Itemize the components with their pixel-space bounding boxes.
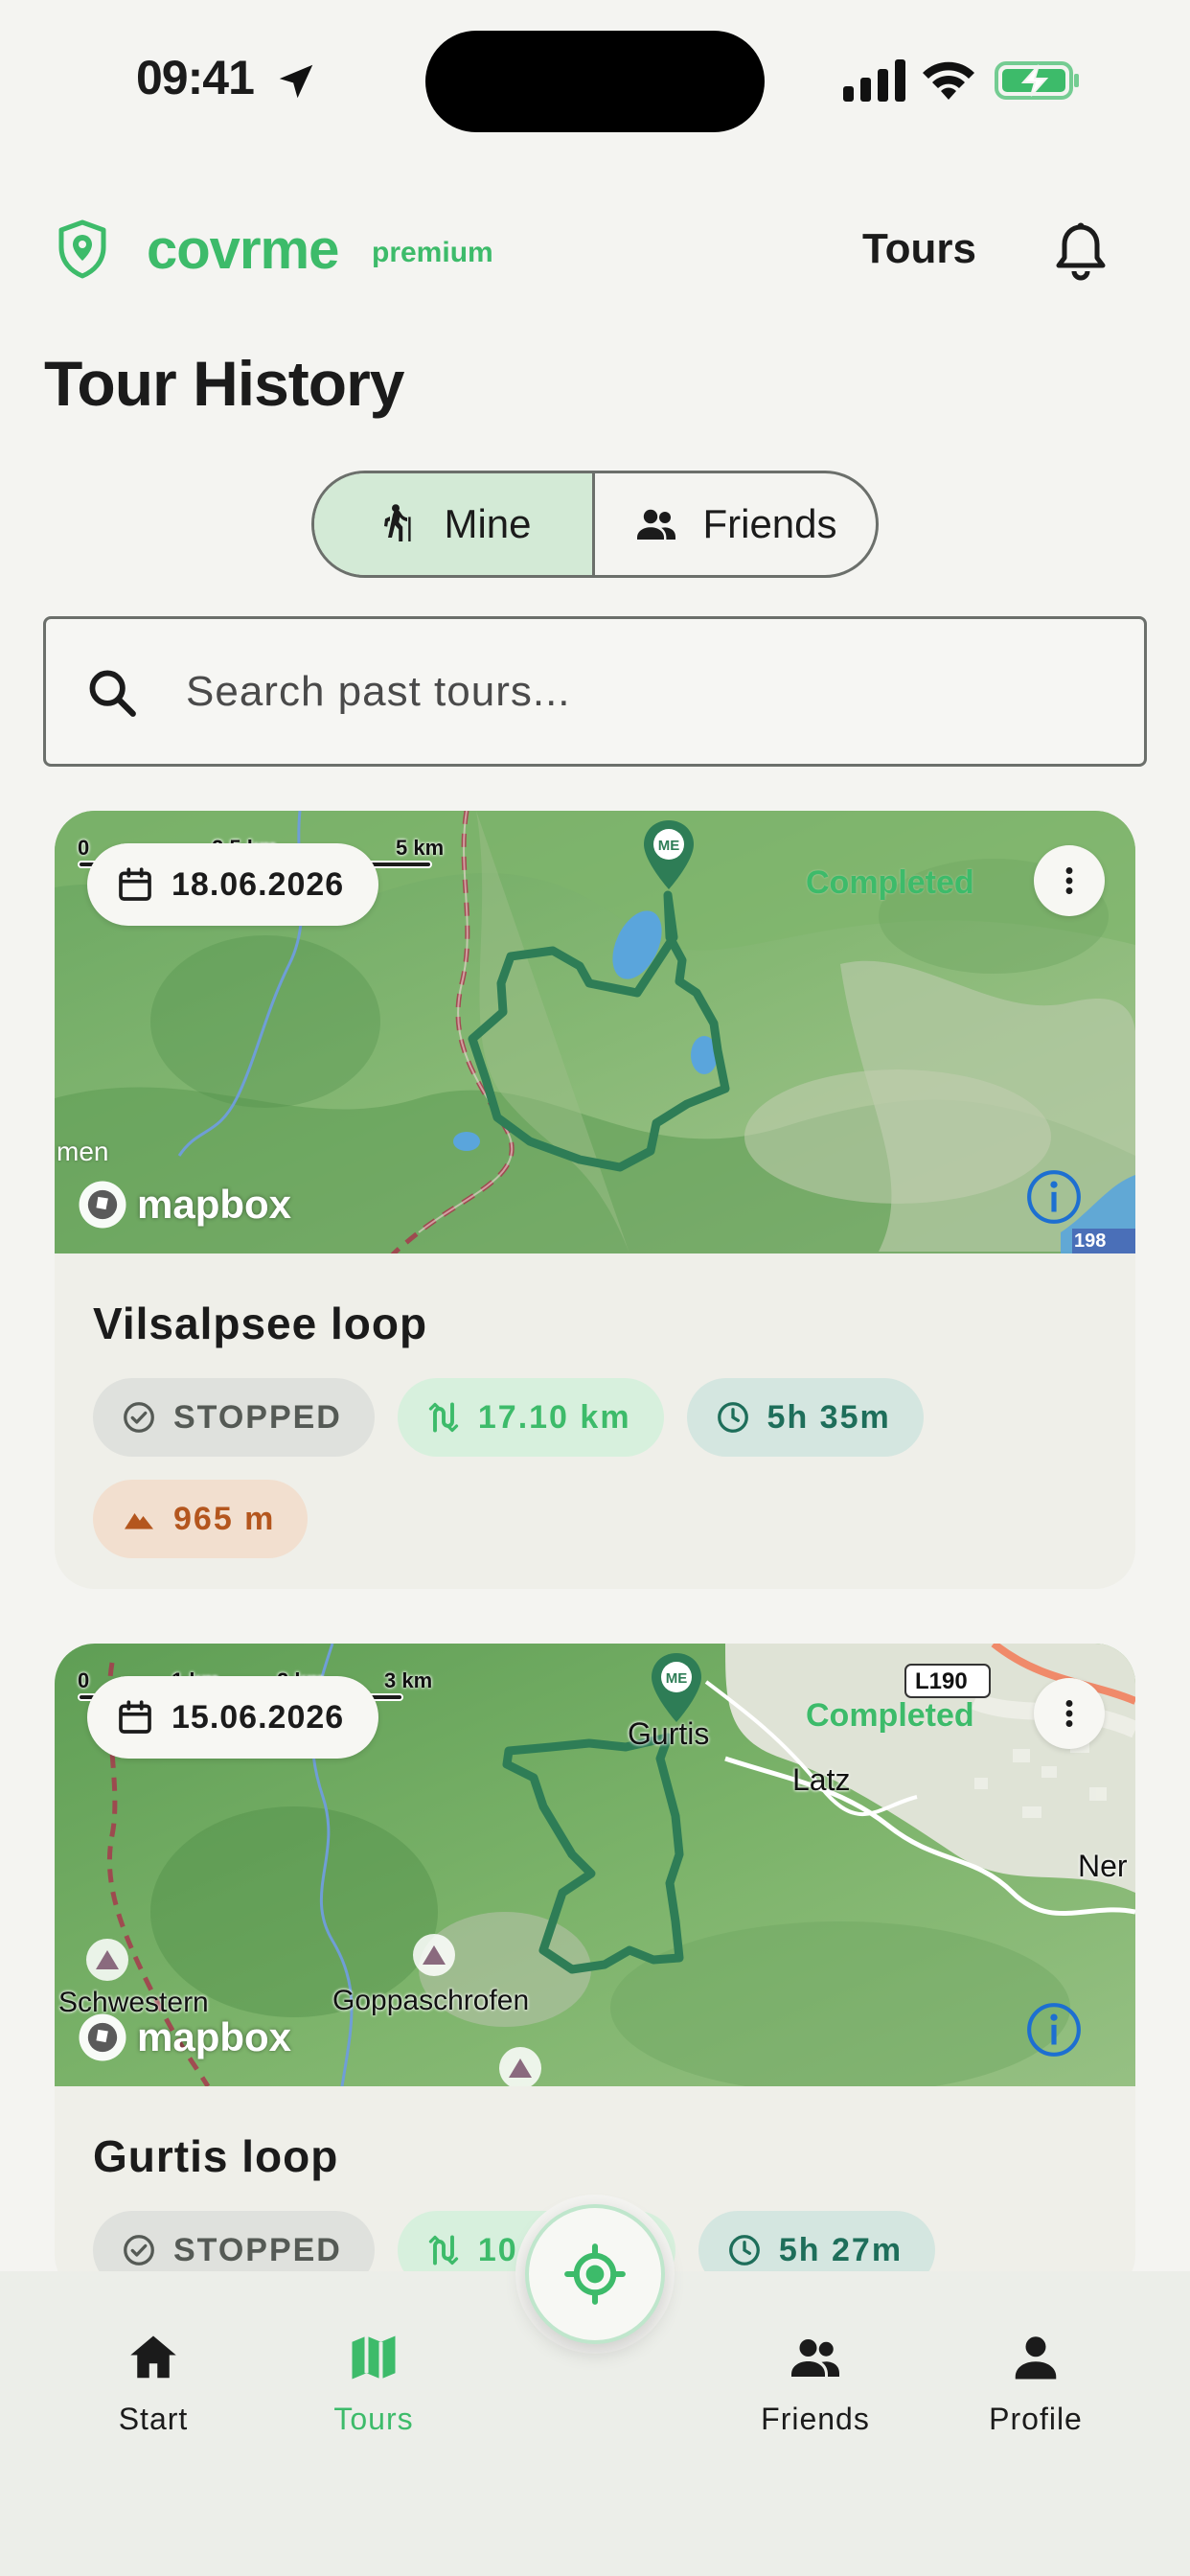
calendar-icon <box>119 867 151 901</box>
nav-tours-label: Tours <box>333 2402 414 2436</box>
clock-icon <box>728 2235 760 2266</box>
mountain-icon <box>125 1513 153 1530</box>
tab-mine[interactable]: Mine <box>314 473 595 575</box>
wifi-icon <box>923 61 974 100</box>
map-info-icon[interactable] <box>1024 2000 1084 2059</box>
tour-status-label: Completed <box>806 864 974 901</box>
check-circle-icon <box>124 2235 154 2266</box>
tab-friends[interactable]: Friends <box>595 473 876 575</box>
tour-date: 18.06.2026 <box>172 865 345 903</box>
tour-date-chip: 15.06.2026 <box>87 1676 379 1759</box>
locate-me-button[interactable] <box>525 2204 665 2344</box>
cellular-signal-icon <box>843 59 905 102</box>
nav-profile[interactable]: Profile <box>940 2329 1132 2437</box>
search-field <box>43 616 1147 767</box>
route-icon <box>428 2235 459 2266</box>
shield-logo-icon <box>58 219 106 279</box>
nav-start[interactable]: Start <box>57 2329 249 2437</box>
scale-label: 0 <box>78 1668 90 1692</box>
nav-friends[interactable]: Friends <box>720 2329 911 2437</box>
mapbox-text: mapbox <box>137 1182 292 1227</box>
location-arrow-icon <box>279 64 313 99</box>
road-number-label: L190 <box>915 1668 968 1694</box>
elevation-value: 965 m <box>173 1500 276 1537</box>
pin-label: ME <box>666 1670 688 1687</box>
map-place-label: Ner <box>1078 1849 1128 1883</box>
map-icon <box>352 2335 396 2380</box>
tour-filter-segmented-control: Mine Friends <box>311 471 879 578</box>
mapbox-text: mapbox <box>137 2014 292 2059</box>
nav-tours[interactable]: Tours <box>278 2329 469 2437</box>
search-input[interactable] <box>186 619 1106 764</box>
mapbox-logo-icon <box>79 2013 126 2061</box>
me-location-pin-icon: ME <box>644 820 694 889</box>
more-options-button[interactable] <box>1034 1678 1105 1749</box>
status-bar: 09:41 <box>0 0 1190 163</box>
clock-icon <box>717 1402 748 1433</box>
page-title: Tour History <box>44 348 404 419</box>
tab-mine-label: Mine <box>444 501 532 546</box>
me-location-pin-icon: ME <box>652 1653 701 1722</box>
scale-label: 0 <box>78 836 90 860</box>
people-icon <box>637 509 676 540</box>
person-icon <box>1015 2336 1057 2380</box>
crosshair-location-icon <box>564 2243 626 2305</box>
duration-value: 5h 35m <box>767 1398 891 1436</box>
scale-label: 3 km <box>384 1668 433 1692</box>
tour-date-chip: 18.06.2026 <box>87 843 379 926</box>
more-vertical-icon <box>1065 867 1073 894</box>
calendar-icon <box>119 1700 151 1734</box>
tour-date: 15.06.2026 <box>172 1698 345 1736</box>
premium-badge: premium <box>372 237 493 268</box>
map-info-icon[interactable] <box>1024 1167 1084 1227</box>
status-badge-label: STOPPED <box>173 1398 342 1436</box>
nav-profile-label: Profile <box>989 2402 1083 2436</box>
route-icon <box>428 1402 459 1433</box>
people-icon <box>791 2339 839 2377</box>
duration-badge: 5h 35m <box>686 1378 924 1457</box>
map-place-label: men <box>57 1137 109 1166</box>
elevation-badge: 965 m <box>93 1480 309 1558</box>
status-time: 09:41 <box>136 51 255 104</box>
header-tours-title: Tours <box>862 225 976 272</box>
pin-label: ME <box>658 838 680 854</box>
distance-badge: 17.10 km <box>397 1378 664 1457</box>
distance-value: 17.10 km <box>477 1398 631 1436</box>
road-number-label: 198 <box>1074 1230 1107 1252</box>
hiker-icon <box>384 504 412 541</box>
tour-title: Gurtis loop <box>93 2131 339 2181</box>
status-badge-label: STOPPED <box>173 2231 342 2268</box>
dynamic-island <box>425 31 765 132</box>
brand-name: covrme <box>147 218 339 281</box>
tour-map-thumbnail[interactable]: 0 2.5 km 5 km 18.06.2026 Completed ME me… <box>55 811 1135 1254</box>
tour-status-label: Completed <box>806 1697 974 1734</box>
map-place-label: Latz <box>792 1762 851 1797</box>
nav-start-label: Start <box>118 2402 189 2436</box>
notifications-bell-icon[interactable] <box>1054 221 1108 281</box>
scale-label: 5 km <box>396 836 445 860</box>
mapbox-attribution: mapbox <box>76 2008 291 2067</box>
nav-friends-label: Friends <box>761 2402 870 2436</box>
mapbox-logo-icon <box>79 1181 126 1229</box>
tour-card[interactable]: 0 2.5 km 5 km 18.06.2026 Completed ME me… <box>55 811 1135 1589</box>
status-badge: STOPPED <box>93 1378 375 1457</box>
app-header: covrme premium Tours <box>0 196 1190 302</box>
home-icon <box>130 2335 176 2379</box>
duration-value: 5h 27m <box>778 2231 904 2268</box>
tour-card-body: Vilsalpsee loop STOPPED 17.10 km 5h 35m … <box>55 1254 1135 1589</box>
tab-friends-label: Friends <box>702 501 837 546</box>
more-options-button[interactable] <box>1034 845 1105 916</box>
map-place-label: Gurtis <box>628 1716 710 1751</box>
tour-map-thumbnail[interactable]: 0 1 km 2 km 3 km 15.06.2026 Completed ME… <box>55 1644 1135 2086</box>
more-vertical-icon <box>1065 1700 1073 1727</box>
tour-title: Vilsalpsee loop <box>93 1299 428 1348</box>
search-icon <box>89 670 136 717</box>
tour-stats: STOPPED 17.10 km 5h 35m 965 m <box>93 1378 955 1558</box>
check-circle-icon <box>124 1402 154 1433</box>
mapbox-attribution: mapbox <box>76 1175 291 1234</box>
map-place-label: Goppaschrofen <box>332 1985 530 2016</box>
battery-charging-icon <box>995 61 1079 100</box>
